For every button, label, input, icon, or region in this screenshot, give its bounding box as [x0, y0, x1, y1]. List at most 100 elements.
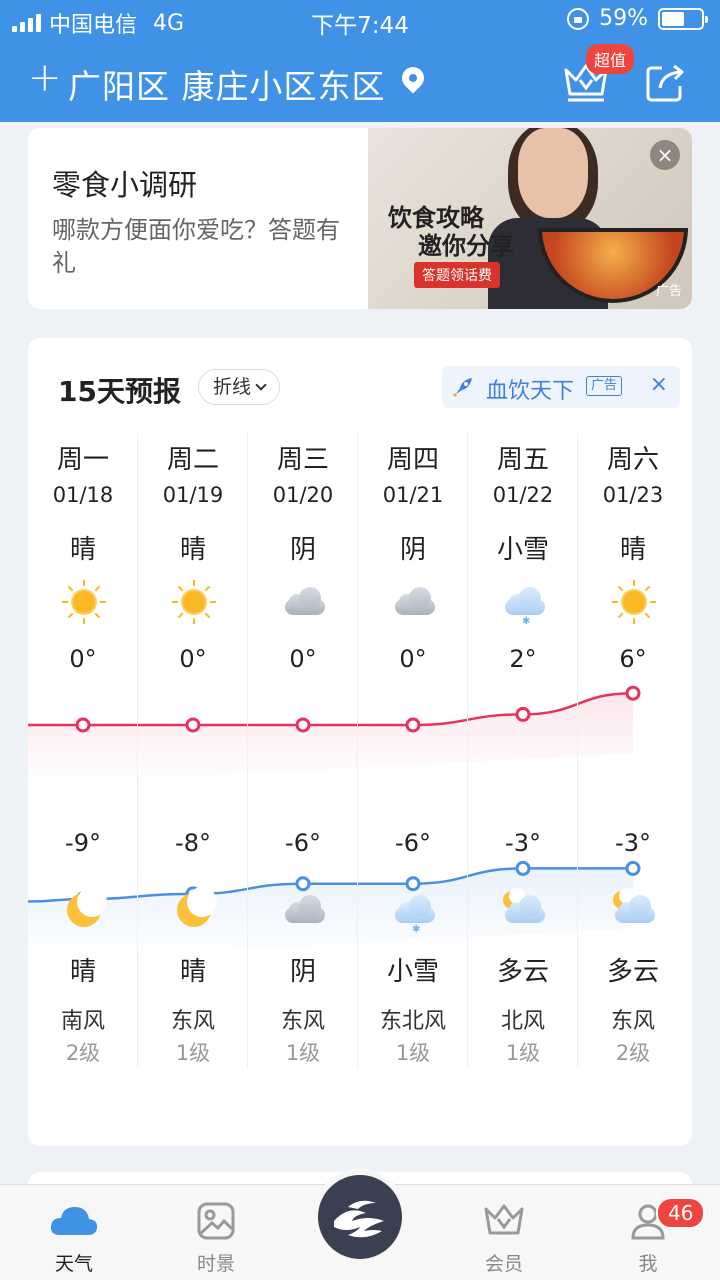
ad-close-button[interactable]: ×	[650, 140, 680, 170]
date-label: 01/20	[272, 483, 334, 507]
sun-icon	[611, 579, 657, 625]
moon-icon	[61, 887, 107, 933]
wind-level: 1级	[285, 1041, 321, 1065]
ad-card[interactable]: 零食小调研 哪款方便面你爱吃？答题有礼 饮食攻略 邀你分享 答题领话费 广告 ×	[28, 128, 692, 309]
forecast-card: 15天预报 折线 血饮天下 广告 × 周一 01/18 晴 0° -9° 晴南风 2级 周二 0…	[28, 338, 692, 1146]
wind-direction: 东风	[610, 1009, 655, 1034]
nav-vip-label: 会员	[484, 1253, 523, 1275]
center-swirl-button[interactable]	[312, 1169, 408, 1265]
nav-scenes[interactable]: 时景	[168, 1197, 264, 1275]
high-temp: 0°	[179, 645, 207, 673]
wind-direction: 北风	[500, 1009, 545, 1034]
night-condition: 小雪	[386, 957, 439, 987]
day-icon-slot	[61, 579, 107, 625]
wind-level: 1级	[505, 1041, 541, 1065]
high-temp: 0°	[289, 645, 317, 673]
top-bar: 中国电信 4G 下午7:44 59% + 广阳区 康庄小区东区 超值	[0, 0, 720, 122]
date-label: 01/18	[52, 483, 114, 507]
promo-close-button[interactable]: ×	[650, 372, 668, 397]
day-icon-slot: ✱	[501, 579, 547, 627]
weekday-label: 周六	[606, 445, 659, 475]
day-icon-slot	[611, 579, 657, 625]
snow-icon: ✱	[501, 579, 547, 627]
chart-mode-dropdown[interactable]: 折线	[198, 369, 281, 405]
crown-icon	[484, 1204, 524, 1235]
cloud-icon	[50, 1207, 98, 1235]
deal-badge: 超值	[586, 44, 635, 74]
location-title[interactable]: 广阳区 康庄小区东区	[68, 60, 386, 108]
high-temp: 0°	[399, 645, 427, 673]
low-temp: -3°	[505, 829, 541, 857]
night-condition: 晴	[69, 957, 96, 987]
ad-description: 哪款方便面你爱吃？答题有礼	[52, 216, 340, 277]
low-temp: -3°	[615, 829, 651, 857]
nav-vip[interactable]: 会员	[456, 1197, 552, 1275]
day-condition: 晴	[69, 535, 96, 565]
high-temp: 2°	[509, 645, 537, 673]
sun-icon	[61, 579, 107, 625]
day-condition: 晴	[619, 535, 646, 565]
date-label: 01/21	[382, 483, 444, 507]
low-temp: -9°	[65, 829, 101, 857]
nav-scenes-label: 时景	[196, 1253, 235, 1275]
day-column[interactable]: 周四 01/21 阴 0° -6° 小雪 东北风 1级 ✱	[358, 433, 468, 1073]
day-condition: 阴	[399, 535, 426, 565]
battery-text: 59%	[599, 6, 648, 31]
nav-me-label: 我	[638, 1253, 658, 1275]
game-promo-banner[interactable]: 血饮天下 广告 ×	[442, 366, 680, 408]
cloud-icon	[281, 579, 327, 625]
day-column[interactable]: 周五 01/22 小雪 2° -3° 多云北风 1级 ✱	[468, 433, 578, 1073]
date-label: 01/22	[492, 483, 554, 507]
night-condition: 多云	[606, 957, 659, 987]
date-label: 01/23	[602, 483, 664, 507]
night-icon-slot	[61, 887, 107, 933]
forecast-title: 15天预报	[58, 375, 181, 408]
night-icon-slot	[611, 887, 657, 933]
high-temp: 6°	[619, 645, 647, 673]
low-temp: -8°	[175, 829, 211, 857]
date-label: 01/19	[162, 483, 224, 507]
forecast-days: 周一 01/18 晴 0° -9° 晴南风 2级 周二 01/19 晴 0° -8° 晴东风 1级 周三 01…	[28, 433, 692, 1073]
ad-image-tag: 答题领话费	[414, 262, 500, 288]
wind-direction: 东北风	[379, 1009, 446, 1034]
weekday-label: 周五	[496, 445, 549, 475]
wind-level: 1级	[395, 1041, 431, 1065]
wind-direction: 南风	[60, 1009, 105, 1034]
notification-badge: 46	[656, 1197, 706, 1229]
day-condition: 小雪	[496, 535, 549, 565]
day-condition: 晴	[179, 535, 206, 565]
day-column[interactable]: 周一 01/18 晴 0° -9° 晴南风 2级	[28, 433, 138, 1073]
day-column[interactable]: 周三 01/20 阴 0° -6° 阴东风 1级	[248, 433, 358, 1073]
sun-icon	[171, 579, 217, 625]
location-pin-icon	[397, 62, 429, 94]
rotation-lock-icon	[567, 7, 590, 30]
swirl-logo-icon	[334, 1200, 384, 1238]
nav-weather-label: 天气	[54, 1253, 93, 1275]
night-condition: 晴	[179, 957, 206, 987]
day-column[interactable]: 周六 01/23 晴 6° -3° 多云 东风 2级	[578, 433, 688, 1073]
moon-cloud-icon	[611, 887, 657, 933]
nav-weather[interactable]: 天气	[26, 1197, 122, 1275]
wind-level: 1级	[175, 1041, 211, 1065]
bottom-nav: 天气 时景 会员 我 46	[0, 1169, 720, 1280]
weekday-label: 周二	[166, 445, 219, 475]
night-icon-slot	[501, 887, 547, 933]
promo-text: 血饮天下	[486, 379, 575, 404]
night-condition: 多云	[496, 957, 549, 987]
status-bar: 中国电信 4G 下午7:44 59%	[0, 0, 720, 40]
day-icon-slot	[171, 579, 217, 625]
ad-image[interactable]: 饮食攻略 邀你分享 答题领话费 广告	[368, 128, 692, 309]
night-icon-slot: ✱	[391, 887, 437, 935]
add-city-button[interactable]: +	[28, 58, 62, 98]
low-temp: -6°	[395, 829, 431, 857]
promo-ad-tag: 广告	[586, 376, 623, 396]
day-column[interactable]: 周二 01/19 晴 0° -8° 晴东风 1级	[138, 433, 248, 1073]
wind-direction: 东风	[170, 1009, 215, 1034]
moon-icon	[171, 887, 217, 933]
night-icon-slot	[281, 887, 327, 933]
cloud-icon	[391, 579, 437, 625]
share-button[interactable]	[644, 60, 688, 104]
ad-image-line2: 邀你分享	[418, 231, 514, 260]
wind-direction: 东风	[280, 1009, 325, 1034]
high-temp: 0°	[69, 645, 97, 673]
